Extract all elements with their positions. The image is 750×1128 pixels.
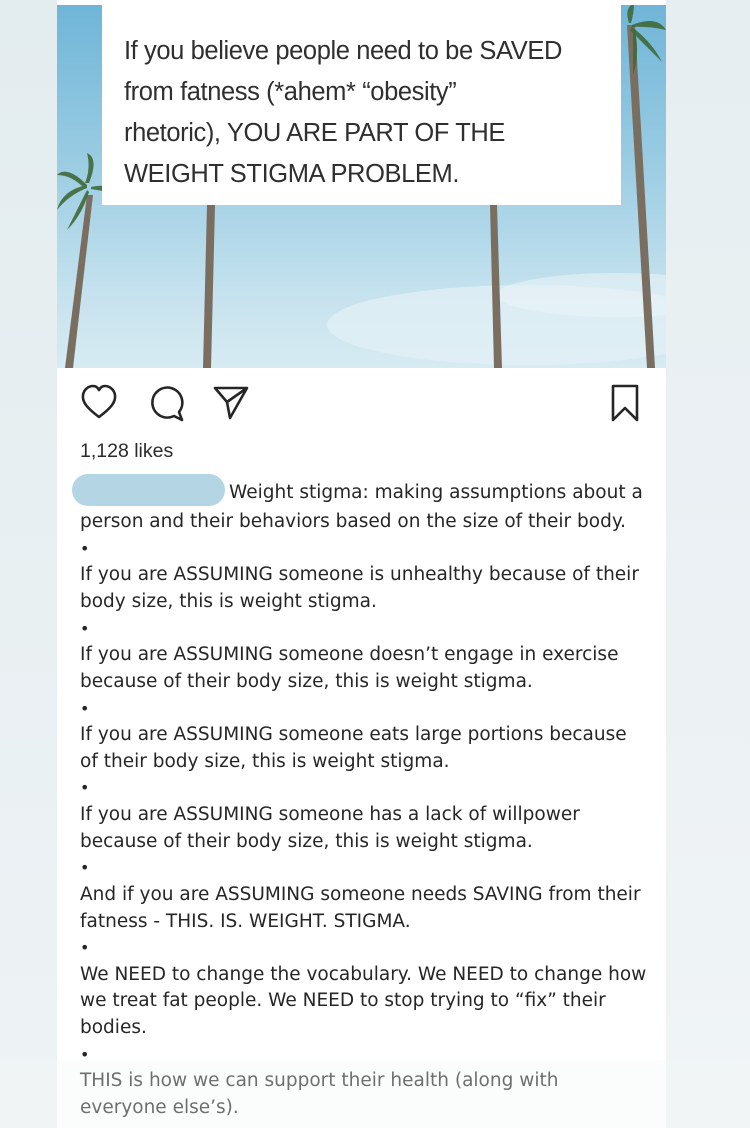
send-icon [213,386,249,420]
quote-line: rhetoric), YOU ARE PART OF THE [124,119,505,147]
bullet-separator: • [80,618,90,638]
caption-paragraph: If you are ASSUMING someone has a lack o… [80,803,580,852]
comment-icon [151,386,184,422]
like-button[interactable] [79,382,119,426]
caption-paragraph: We NEED to change the vocabulary. We NEE… [80,963,647,1039]
bullet-separator: • [80,538,90,558]
quote-text: If you believe people need to be SAVED f… [124,31,604,195]
redacted-username[interactable] [72,474,225,506]
caption-paragraph: If you are ASSUMING someone eats large p… [80,724,627,772]
quote-line: If you believe people need to be SAVED [124,37,562,65]
post-actions-bar [57,382,666,430]
bookmark-icon [611,384,639,422]
bullet-separator: • [80,698,90,718]
caption-paragraph: THIS is how we can support their health … [80,1070,559,1119]
comment-button[interactable] [146,382,186,426]
bullet-separator: • [80,938,90,958]
post-caption: Weight stigma: making assumptions about … [72,474,650,1122]
caption-paragraph: If you are ASSUMING someone is unhealthy… [80,564,639,612]
save-button[interactable] [605,382,645,426]
bullet-separator: • [80,778,90,798]
quote-card: If you believe people need to be SAVED f… [102,5,621,205]
bullet-separator: • [80,858,90,878]
caption-lead: Weight stigma: making assumptions about … [72,474,650,536]
screen-left-margin [0,0,57,1128]
likes-count[interactable]: 1,128 likes [80,440,173,463]
caption-paragraph: If you are ASSUMING someone doesn’t enga… [80,644,619,692]
quote-line: from fatness (*ahem* “obesity” [124,78,457,106]
share-button[interactable] [211,382,251,426]
post-image[interactable]: If you believe people need to be SAVED f… [57,5,666,368]
screen-right-margin [666,0,750,1128]
instagram-post: If you believe people need to be SAVED f… [57,0,666,1128]
quote-line: WEIGHT STIGMA PROBLEM. [124,160,460,188]
bullet-separator: • [80,1044,90,1064]
caption-paragraph: And if you are ASSUMING someone needs SA… [80,883,641,932]
heart-icon [81,384,117,419]
